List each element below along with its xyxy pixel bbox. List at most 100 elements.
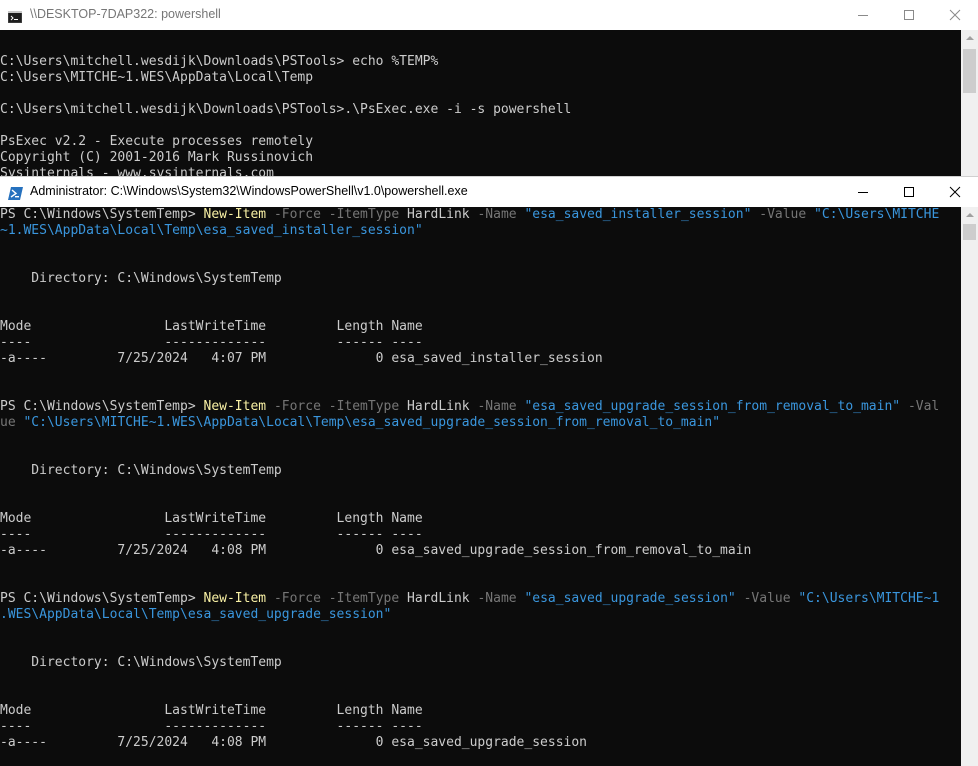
console-token: -Force -ItemType <box>266 207 408 222</box>
console-token: PS C:\Windows\SystemTemp> <box>0 591 204 606</box>
console-line: PS C:\Windows\SystemTemp> New-Item -Forc… <box>0 207 961 223</box>
console-token: New-Item <box>203 591 267 606</box>
console-token: New-Item <box>203 399 267 414</box>
back-close-button[interactable] <box>932 0 978 30</box>
console-token: .WES\AppData\Local\Temp\esa_saved_upgrad… <box>0 607 392 622</box>
back-maximize-button[interactable] <box>886 0 932 30</box>
console-line: ---- ------------- ------ ---- <box>0 719 961 735</box>
console-token: -Value <box>751 207 815 222</box>
console-token: "C:\Users\MITCHE~1.WES\AppData\Local\Tem… <box>23 415 721 430</box>
back-window-title: \\DESKTOP-7DAP322: powershell <box>30 7 221 21</box>
console-token: "esa_saved_upgrade_session_from_removal_… <box>524 399 901 414</box>
console-token: "esa_saved_upgrade_session" <box>524 591 736 606</box>
console-token: New-Item <box>203 207 267 222</box>
console-line: Sysinternals - www.sysinternals.com <box>0 166 274 176</box>
back-minimize-button[interactable] <box>840 0 886 30</box>
console-token: ---- ------------- ------ ---- <box>0 335 423 350</box>
console-line: Copyright (C) 2001-2016 Mark Russinovich <box>0 150 314 165</box>
front-window-titlebar[interactable]: Administrator: C:\Windows\System32\Windo… <box>0 177 978 207</box>
console-token: ue <box>0 415 24 430</box>
console-token: ---- ------------- ------ ---- <box>0 719 423 734</box>
back-console-output: C:\Users\mitchell.wesdijk\Downloads\PSTo… <box>0 38 961 176</box>
console-token: -Name <box>469 591 525 606</box>
close-icon <box>949 9 961 21</box>
front-maximize-button[interactable] <box>886 177 932 207</box>
console-line: Mode LastWriteTime Length Name <box>0 511 961 527</box>
console-token: -Value <box>735 591 799 606</box>
front-scrollbar[interactable] <box>961 207 978 766</box>
console-line: PS C:\Windows\SystemTemp> New-Item -Forc… <box>0 399 961 415</box>
console-token: HardLink <box>407 399 470 414</box>
console-token: Directory: C:\Windows\SystemTemp <box>0 271 282 286</box>
console-line: -a---- 7/25/2024 4:08 PM 0 esa_saved_upg… <box>0 735 961 751</box>
console-line: Mode LastWriteTime Length Name <box>0 319 961 335</box>
console-line: C:\Users\mitchell.wesdijk\Downloads\PSTo… <box>0 102 572 117</box>
back-console-window[interactable]: \\DESKTOP-7DAP322: powershell C:\Users\m… <box>0 0 978 176</box>
console-line: PS C:\Windows\SystemTemp> New-Item -Forc… <box>0 591 961 607</box>
console-token: -Name <box>469 399 525 414</box>
front-powershell-window[interactable]: Administrator: C:\Windows\System32\Windo… <box>0 176 978 766</box>
maximize-icon <box>904 187 914 197</box>
console-token: Mode LastWriteTime Length Name <box>0 511 423 526</box>
minimize-icon <box>858 192 868 193</box>
console-line: ~1.WES\AppData\Local\Temp\esa_saved_inst… <box>0 223 961 239</box>
console-token: HardLink <box>407 591 470 606</box>
front-minimize-button[interactable] <box>840 177 886 207</box>
console-token: -Name <box>469 207 525 222</box>
console-line: ---- ------------- ------ ---- <box>0 335 961 351</box>
console-line: -a---- 7/25/2024 4:08 PM 0 esa_saved_upg… <box>0 543 961 559</box>
console-token: Mode LastWriteTime Length Name <box>0 319 423 334</box>
back-scrollbar[interactable] <box>961 30 978 176</box>
console-line: .WES\AppData\Local\Temp\esa_saved_upgrad… <box>0 607 961 623</box>
console-token: PS C:\Windows\SystemTemp> <box>0 207 204 222</box>
front-close-button[interactable] <box>932 177 978 207</box>
front-scrollbar-thumb[interactable] <box>963 224 976 240</box>
front-window-title: Administrator: C:\Windows\System32\Windo… <box>30 184 468 198</box>
console-token: Directory: C:\Windows\SystemTemp <box>0 655 282 670</box>
cmd-console-icon <box>7 8 23 24</box>
console-token: HardLink <box>407 207 470 222</box>
console-token: ---- ------------- ------ ---- <box>0 527 423 542</box>
console-token: Directory: C:\Windows\SystemTemp <box>0 463 282 478</box>
console-line: Directory: C:\Windows\SystemTemp <box>0 463 961 479</box>
console-token: -a---- 7/25/2024 4:08 PM 0 esa_saved_upg… <box>0 543 752 558</box>
front-console-output: PS C:\Windows\SystemTemp> New-Item -Forc… <box>0 207 961 766</box>
scroll-up-arrow-icon[interactable] <box>966 213 974 217</box>
console-line: PsExec v2.2 - Execute processes remotely <box>0 134 314 149</box>
console-line: ue "C:\Users\MITCHE~1.WES\AppData\Local\… <box>0 415 961 431</box>
back-window-titlebar[interactable]: \\DESKTOP-7DAP322: powershell <box>0 0 978 30</box>
close-icon <box>949 186 961 198</box>
console-token: -Force -ItemType <box>266 399 408 414</box>
console-token: Mode LastWriteTime Length Name <box>0 703 423 718</box>
console-line: C:\Users\mitchell.wesdijk\Downloads\PSTo… <box>0 54 439 69</box>
console-line: Mode LastWriteTime Length Name <box>0 703 961 719</box>
console-token: "C:\Users\MITCHE <box>814 207 940 222</box>
console-line: Directory: C:\Windows\SystemTemp <box>0 655 961 671</box>
scroll-up-arrow-icon[interactable] <box>966 36 974 40</box>
console-token: "esa_saved_installer_session" <box>524 207 752 222</box>
console-token: PS C:\Windows\SystemTemp> <box>0 399 204 414</box>
back-scrollbar-thumb[interactable] <box>963 49 976 93</box>
minimize-icon <box>858 15 868 16</box>
maximize-icon <box>904 10 914 20</box>
console-line: C:\Users\MITCHE~1.WES\AppData\Local\Temp <box>0 70 314 85</box>
console-line: Directory: C:\Windows\SystemTemp <box>0 271 961 287</box>
console-token: -a---- 7/25/2024 4:08 PM 0 esa_saved_upg… <box>0 735 587 750</box>
console-token: "C:\Users\MITCHE~1 <box>798 591 940 606</box>
